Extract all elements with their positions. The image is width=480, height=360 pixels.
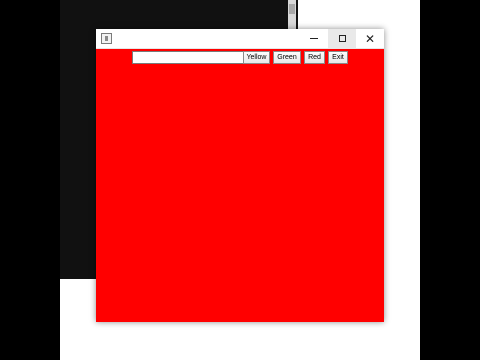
close-icon: ✕ [364,31,376,46]
java-app-icon [101,33,112,44]
maximize-icon [338,35,346,42]
background-scroll-thumb[interactable] [289,4,295,14]
red-button[interactable]: Red [304,51,325,64]
maximize-button[interactable] [328,29,356,48]
text-input[interactable] [132,51,244,64]
content-panel: Yellow Green Red Exit [96,49,384,322]
title-bar[interactable]: ✕ [96,29,384,49]
close-button[interactable]: ✕ [356,29,384,48]
minimize-icon [310,38,318,39]
minimize-button[interactable] [300,29,328,48]
green-button[interactable]: Green [273,51,301,64]
yellow-button[interactable]: Yellow [243,51,270,64]
app-window: ✕ Yellow Green Red Exit [96,29,384,322]
exit-button[interactable]: Exit [328,51,348,64]
